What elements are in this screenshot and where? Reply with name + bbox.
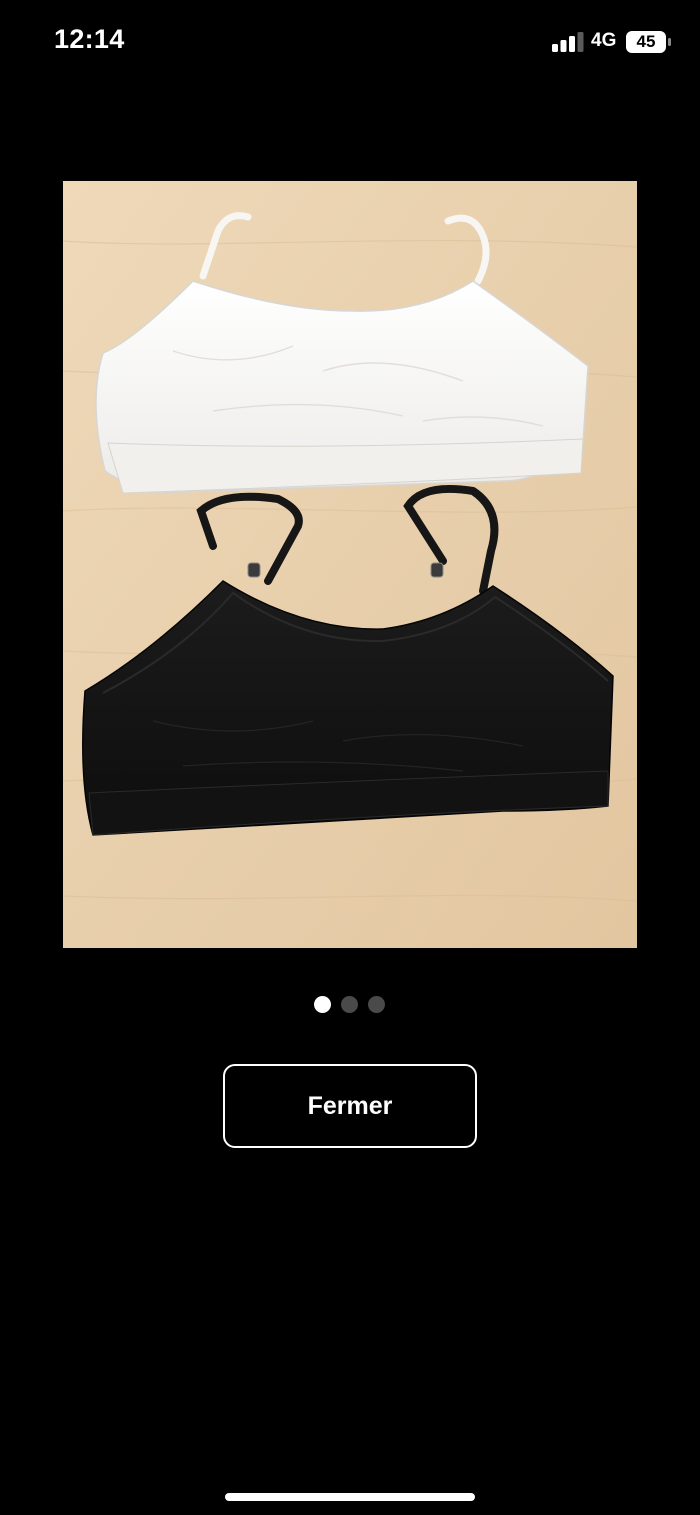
photo-pager bbox=[312, 996, 392, 1014]
home-indicator[interactable] bbox=[225, 1493, 475, 1501]
pager-dot-2[interactable] bbox=[341, 996, 358, 1013]
battery-icon: 45 bbox=[626, 31, 674, 53]
close-button[interactable]: Fermer bbox=[223, 1064, 477, 1148]
status-bar: 12:14 4G 45 bbox=[0, 0, 700, 84]
battery-level: 45 bbox=[636, 32, 656, 51]
product-photo[interactable] bbox=[63, 181, 637, 948]
pager-dot-1[interactable] bbox=[314, 996, 331, 1013]
status-time: 12:14 bbox=[54, 24, 125, 54]
cellular-signal-icon bbox=[552, 32, 584, 52]
pager-dot-3[interactable] bbox=[368, 996, 385, 1013]
product-photo-image bbox=[63, 181, 637, 948]
network-type: 4G bbox=[591, 30, 617, 51]
